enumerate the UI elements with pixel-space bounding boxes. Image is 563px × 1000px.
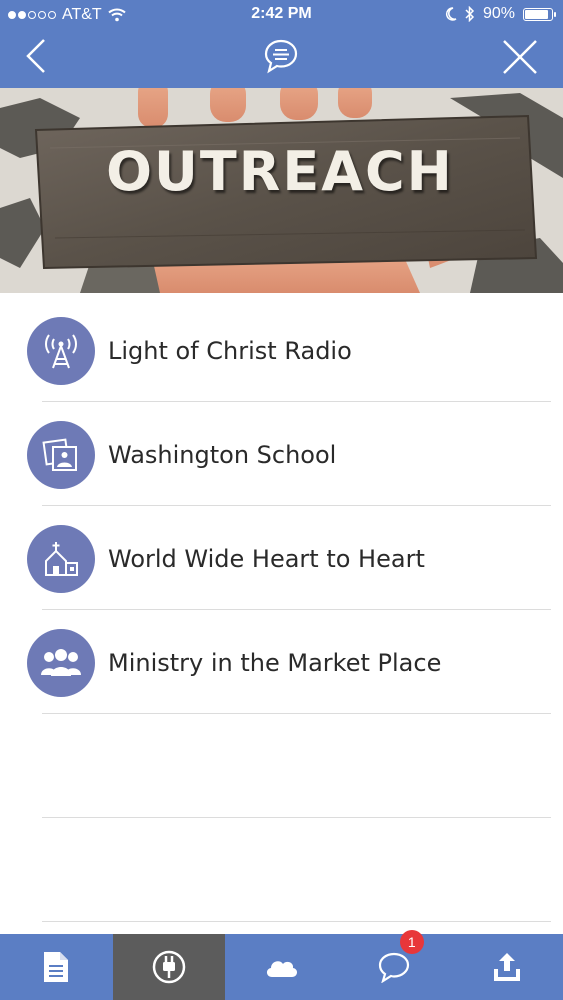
battery-icon (523, 7, 556, 21)
battery-fill (525, 9, 548, 19)
empty-list-row (0, 818, 563, 922)
tab-document[interactable] (0, 934, 113, 1000)
chat-icon (378, 952, 410, 983)
list-item-icon-circle (27, 525, 95, 593)
chat-button[interactable] (262, 38, 300, 74)
battery-percent: 90% (482, 5, 515, 22)
tab-messages[interactable]: 1 (338, 930, 451, 1000)
top-bar: AT&T 2:42 PM 90% (0, 0, 563, 88)
outreach-list: Light of Christ Radio Washington School (0, 298, 563, 922)
photo-frames-icon (42, 438, 77, 471)
list-item-icon-circle (27, 629, 95, 697)
tab-upload[interactable] (450, 934, 563, 1000)
chevron-left-icon (26, 39, 45, 73)
list-item-label: Light of Christ Radio (108, 337, 352, 365)
tab-cloud[interactable] (225, 934, 338, 1000)
moon-icon (445, 7, 457, 21)
bottom-tab-bar: 1 (0, 930, 563, 1000)
back-button[interactable] (22, 36, 52, 76)
list-item-label: Washington School (108, 441, 337, 469)
church-icon (45, 542, 78, 576)
chat-bubble-icon (264, 39, 298, 74)
list-item-label: Ministry in the Market Place (108, 649, 442, 677)
radio-tower-icon (45, 334, 77, 369)
people-group-icon (41, 649, 81, 676)
list-item-world-wide-heart-to-heart[interactable]: World Wide Heart to Heart (0, 506, 563, 610)
divider (42, 921, 551, 922)
close-button[interactable] (501, 38, 539, 76)
hero-banner: OUTREACH (0, 88, 563, 293)
list-item-light-of-christ-radio[interactable]: Light of Christ Radio (0, 298, 563, 402)
empty-list-row (0, 714, 563, 818)
list-item-icon-circle (27, 317, 95, 385)
list-item-ministry-in-the-market-place[interactable]: Ministry in the Market Place (0, 610, 563, 714)
list-item-icon-circle (27, 421, 95, 489)
bluetooth-icon (465, 6, 475, 22)
plug-icon (152, 950, 186, 984)
list-item-label: World Wide Heart to Heart (108, 545, 425, 573)
status-bar: AT&T 2:42 PM 90% (0, 0, 563, 30)
cloud-icon (267, 961, 298, 977)
document-icon (44, 952, 69, 982)
status-right: 90% (445, 5, 556, 23)
close-icon (503, 40, 537, 74)
notification-badge: 1 (399, 930, 424, 954)
list-item-washington-school[interactable]: Washington School (0, 402, 563, 506)
hero-title: OUTREACH (106, 140, 454, 203)
upload-icon (493, 953, 520, 981)
tab-outreach[interactable] (112, 934, 226, 1000)
